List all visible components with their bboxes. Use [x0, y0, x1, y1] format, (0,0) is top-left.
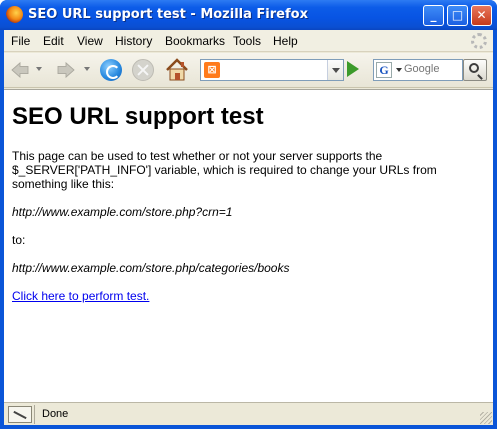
menu-help[interactable]: Help: [273, 34, 298, 48]
search-box[interactable]: G: [373, 59, 463, 81]
menu-bar: File Edit View History Bookmarks Tools H…: [4, 30, 493, 52]
menu-view[interactable]: View: [77, 34, 103, 48]
title-bar[interactable]: SEO URL support test - Mozilla Firefox _…: [0, 0, 497, 30]
status-bar: Done: [4, 402, 493, 425]
resize-grip-icon[interactable]: [480, 412, 492, 424]
intro-text: This page can be used to test whether or…: [12, 149, 437, 191]
go-arrow-icon[interactable]: [347, 61, 359, 77]
firefox-logo-icon: [6, 6, 23, 23]
stop-button[interactable]: [130, 57, 156, 83]
magnifier-icon: [469, 63, 479, 73]
menu-file-label: File: [11, 34, 31, 48]
menu-edit[interactable]: Edit: [43, 34, 64, 48]
menu-history-label: History: [115, 34, 153, 48]
menu-history[interactable]: History: [115, 34, 152, 48]
menu-tools[interactable]: Tools: [233, 34, 261, 48]
to-label: to:: [12, 233, 26, 247]
google-engine-icon[interactable]: G: [376, 62, 392, 78]
address-dropdown-button[interactable]: [327, 60, 343, 80]
maximize-button[interactable]: □: [447, 5, 468, 26]
status-text: Done: [42, 408, 69, 420]
perform-test-link[interactable]: Click here to perform test.: [12, 289, 149, 303]
address-input[interactable]: [225, 63, 325, 75]
back-history-dropdown-icon[interactable]: [36, 67, 42, 71]
throbber-icon: [471, 33, 487, 49]
forward-button[interactable]: [54, 57, 80, 83]
home-button[interactable]: [164, 57, 190, 83]
page-title: SEO URL support test: [12, 103, 264, 130]
menu-file[interactable]: File: [11, 34, 30, 48]
reload-icon: [100, 59, 122, 81]
window-title: SEO URL support test - Mozilla Firefox: [28, 7, 308, 22]
address-bar[interactable]: ⊠: [200, 59, 344, 81]
browser-window: SEO URL support test - Mozilla Firefox _…: [0, 0, 497, 429]
menu-edit-label: Edit: [43, 34, 64, 48]
example-url-to: http://www.example.com/store.php/categor…: [12, 261, 290, 275]
menu-tools-label: Tools: [233, 34, 262, 48]
connection-status-icon: [8, 406, 32, 423]
back-button[interactable]: [8, 57, 34, 83]
stop-icon: [132, 59, 154, 81]
menu-bookmarks[interactable]: Bookmarks: [165, 34, 225, 48]
client-area: File Edit View History Bookmarks Tools H…: [4, 30, 493, 425]
forward-history-dropdown-icon[interactable]: [84, 67, 90, 71]
menu-bookmarks-label: Bookmarks: [165, 34, 226, 48]
search-button[interactable]: [463, 59, 487, 81]
minimize-button[interactable]: _: [423, 5, 444, 26]
search-input[interactable]: [404, 63, 460, 75]
close-button[interactable]: ✕: [471, 5, 492, 26]
reload-button[interactable]: [98, 57, 124, 83]
menu-help-label: Help: [273, 34, 298, 48]
home-icon: [166, 58, 188, 81]
menu-view-label: View: [77, 34, 103, 48]
navigation-toolbar: ⊠ G: [4, 53, 493, 88]
back-icon: [11, 62, 29, 78]
page-content: SEO URL support test This page can be us…: [4, 89, 493, 402]
forward-icon: [57, 62, 75, 78]
engine-dropdown-icon[interactable]: [396, 68, 402, 72]
site-favicon-icon: ⊠: [204, 62, 220, 78]
example-url-from: http://www.example.com/store.php?crn=1: [12, 205, 233, 219]
status-divider: [34, 405, 35, 424]
